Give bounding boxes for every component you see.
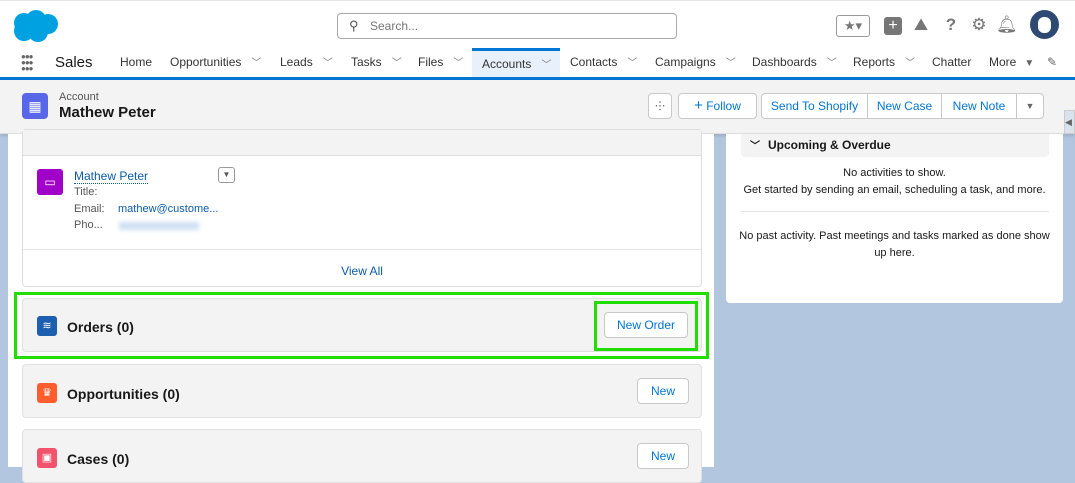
opportunities-title: Opportunities (0): [67, 386, 180, 402]
collapse-panel-handle[interactable]: ◀: [1064, 110, 1075, 134]
chevron-down-icon: ﹀: [541, 60, 552, 71]
action-button-group: Send To Shopify New Case New Note ▼: [761, 93, 1044, 119]
follow-button[interactable]: + Follow: [678, 93, 757, 119]
upcoming-overdue-section[interactable]: ﹀ Upcoming & Overdue: [741, 134, 1049, 157]
email-link[interactable]: mathew@custome...: [118, 203, 218, 215]
chevron-down-icon: ﹀: [322, 58, 333, 69]
more-actions-dropdown[interactable]: ▼: [1017, 94, 1043, 118]
activity-panel: ﹀ Upcoming & Overdue No activities to sho…: [726, 134, 1063, 303]
nav-dashboards[interactable]: Dashboards ﹀: [752, 48, 837, 77]
contact-icon: ▭: [37, 169, 63, 195]
nav-chatter[interactable]: Chatter: [932, 48, 971, 77]
edit-nav-pencil-icon[interactable]: ✎: [1047, 48, 1057, 77]
chevron-down-icon: ﹀: [826, 58, 837, 69]
opportunities-card: ♛ Opportunities (0) New: [22, 364, 702, 418]
phone-value-blurred: [119, 222, 199, 230]
caret-down-icon: ▼: [1024, 58, 1035, 69]
record-name: Mathew Peter: [59, 104, 156, 121]
divider: [741, 211, 1049, 212]
cases-card: ▣ Cases (0) New: [22, 429, 702, 483]
view-all-link[interactable]: View All: [23, 264, 701, 278]
new-case-button[interactable]: New Case: [868, 94, 942, 118]
chevron-down-icon: ﹀: [627, 58, 638, 69]
nav-contacts[interactable]: Contacts ﹀: [570, 48, 637, 77]
email-label: Email:: [74, 203, 105, 215]
nav-reports[interactable]: Reports ﹀: [853, 48, 915, 77]
contact-name-link[interactable]: Mathew Peter: [74, 169, 149, 184]
orders-icon: ≋: [37, 316, 57, 336]
new-note-button[interactable]: New Note: [942, 94, 1017, 118]
cases-briefcase-icon: ▣: [37, 448, 57, 468]
chevron-down-icon: ﹀: [750, 141, 760, 152]
opportunities-crown-icon: ♛: [37, 383, 57, 403]
favorites-star-icon[interactable]: ★▾: [836, 15, 870, 37]
chevron-down-icon: ﹀: [725, 58, 736, 69]
nav-campaigns[interactable]: Campaigns ﹀: [655, 48, 736, 77]
navigation-bar: ●●● ●●● ●●● Sales Home Opportunities ﹀ Lead…: [0, 48, 1075, 80]
nav-accounts[interactable]: Accounts ﹀: [472, 48, 560, 77]
get-started-text: Get started by sending an email, schedul…: [743, 184, 1046, 196]
orders-title: Orders (0): [67, 319, 134, 335]
contacts-card: ▭ Mathew Peter ▼ Title: Email: mathew@cu…: [22, 129, 702, 287]
object-label: Account: [59, 91, 99, 103]
contact-row-menu[interactable]: ▼: [218, 167, 235, 183]
chevron-down-icon: ﹀: [251, 58, 262, 69]
nav-opportunities[interactable]: Opportunities ﹀: [170, 48, 261, 77]
nav-leads[interactable]: Leads ﹀: [280, 48, 333, 77]
user-avatar[interactable]: [1030, 10, 1059, 39]
chevron-down-icon: ﹀: [391, 58, 402, 69]
new-order-button[interactable]: New Order: [604, 312, 688, 338]
title-label: Title:: [74, 186, 98, 198]
hierarchy-button[interactable]: ⸭: [648, 93, 672, 119]
phone-label: Pho...: [74, 219, 103, 231]
new-opportunity-button[interactable]: New: [637, 378, 689, 404]
past-activity-text: No past activity. Past meetings and task…: [739, 230, 1050, 259]
setup-gear-icon[interactable]: ⚙: [969, 15, 989, 35]
cases-title: Cases (0): [67, 451, 130, 467]
plus-icon: +: [694, 97, 703, 114]
app-launcher-icon[interactable]: ●●● ●●● ●●●: [21, 53, 39, 73]
record-header: ▦ Account Mathew Peter ⸭ + Follow Send T…: [0, 80, 1075, 134]
chevron-down-icon: ﹀: [905, 58, 916, 69]
orders-card: ≋ Orders (0) New Order: [22, 298, 702, 352]
chevron-down-icon: ﹀: [453, 58, 464, 69]
notifications-bell-icon[interactable]: 🔔︎: [996, 15, 1018, 35]
app-name: Sales: [55, 54, 93, 71]
no-activities-text: No activities to show.: [843, 167, 946, 179]
global-actions-plus-icon[interactable]: +: [884, 17, 902, 35]
nav-more[interactable]: More ▼: [989, 48, 1034, 77]
nav-files[interactable]: Files ﹀: [418, 48, 463, 77]
search-icon: ⚲: [349, 18, 359, 33]
nav-home[interactable]: Home: [120, 48, 152, 77]
search-input[interactable]: ⚲ Search...: [337, 13, 677, 39]
trailhead-icon[interactable]: ⛰: [911, 15, 931, 35]
global-header: ⚲ Search... ★▾ + ⛰ ? ⚙ 🔔︎: [0, 0, 1075, 48]
send-to-shopify-button[interactable]: Send To Shopify: [762, 94, 868, 118]
help-icon[interactable]: ?: [942, 15, 960, 35]
related-list-column: ▭ Mathew Peter ▼ Title: Email: mathew@cu…: [8, 129, 714, 483]
new-case-related-button[interactable]: New: [637, 443, 689, 469]
salesforce-logo[interactable]: [10, 9, 60, 43]
nav-tasks[interactable]: Tasks ﹀: [351, 48, 402, 77]
account-icon: ▦: [22, 93, 48, 119]
